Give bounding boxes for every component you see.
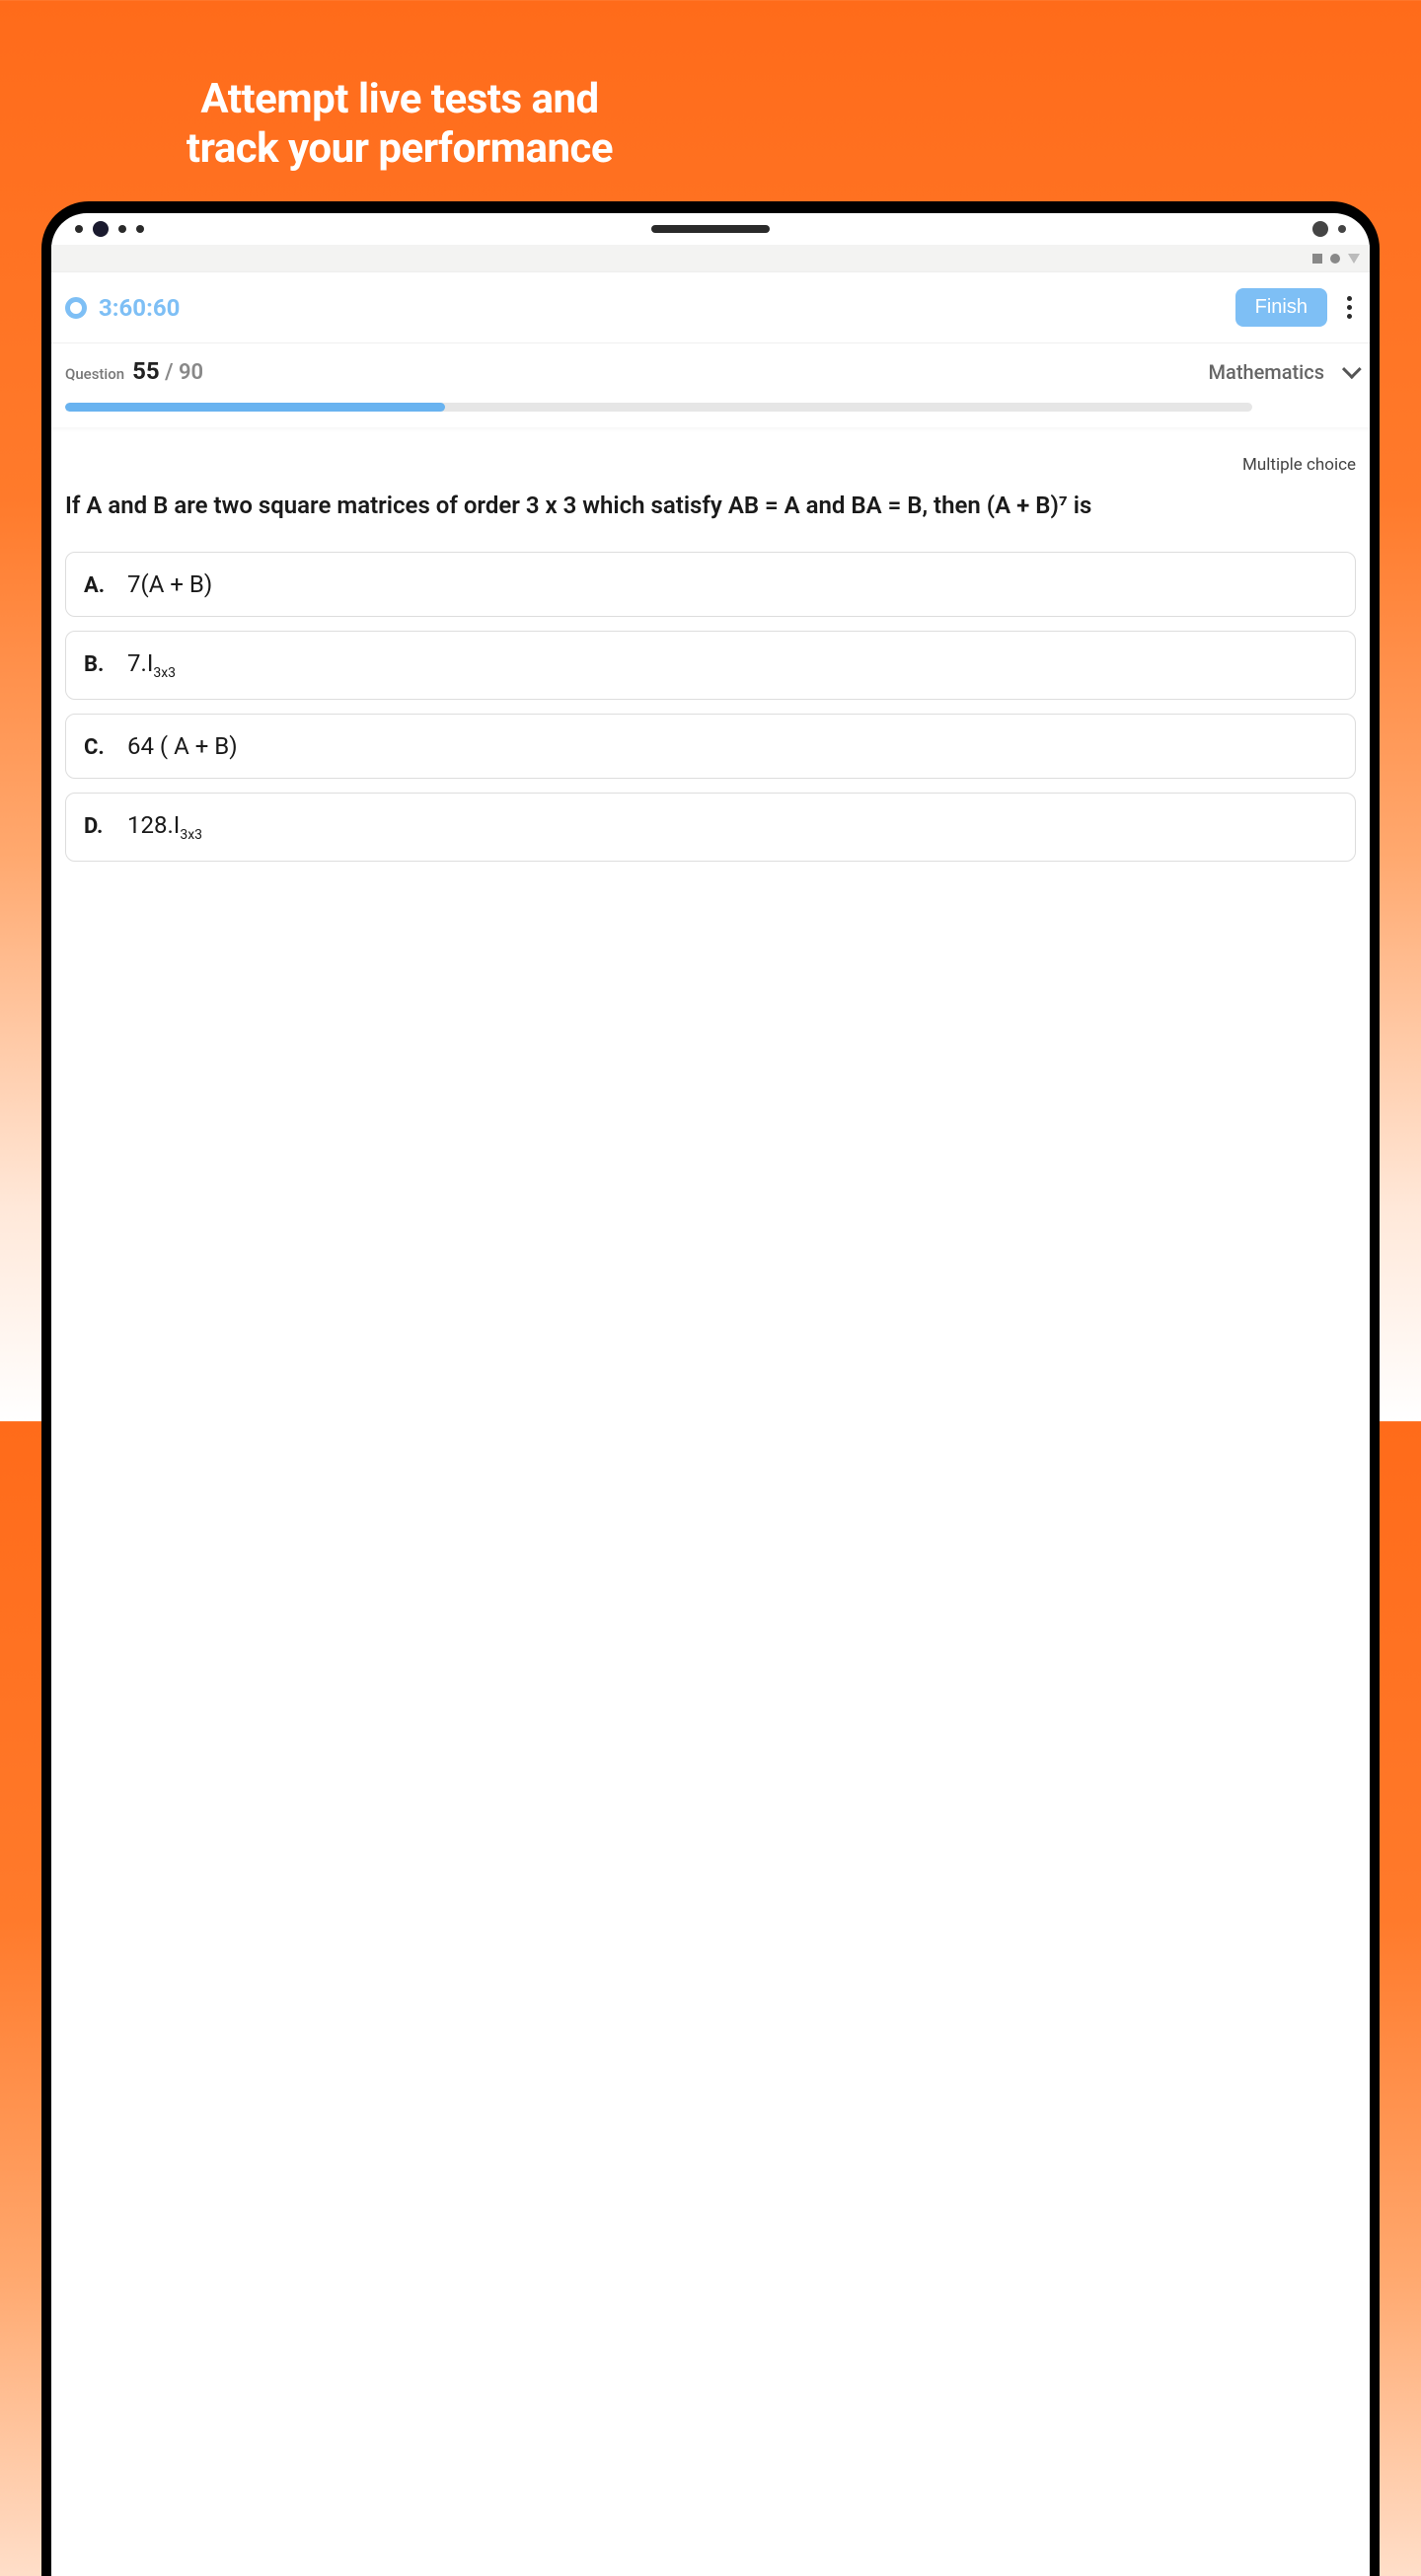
progress-bar [65,403,1252,412]
timer-icon [65,297,87,319]
subject-label: Mathematics [1209,360,1324,384]
phone-screen: 3:60:60 Finish Question 55 / 90 Mathemat… [51,213,1370,2576]
marketing-headline: Attempt live tests and track your perfor… [0,0,799,175]
headline-line1: Attempt live tests and [200,75,598,123]
option-letter: C. [84,735,108,760]
progress-fill [65,403,445,412]
question-counter: Question 55 / 90 [65,357,203,385]
phone-frame: 3:60:60 Finish Question 55 / 90 Mathemat… [41,201,1380,2576]
kebab-menu-icon[interactable] [1343,292,1356,323]
phone-notch [51,213,1370,245]
question-label: Question [65,365,124,383]
option-text: 128.I3x3 [127,811,202,843]
option-letter: A. [84,573,108,598]
question-total: 90 [179,360,203,385]
question-current: 55 [132,357,160,385]
option-letter: D. [84,814,108,839]
chevron-down-icon [1342,359,1362,379]
status-icon [1330,254,1340,264]
option-text: 64 ( A + B) [127,732,238,760]
timer-value: 3:60:60 [99,294,1235,322]
status-icon [1348,254,1360,264]
progress-section: Question 55 / 90 Mathematics [51,342,1370,427]
option-text: 7(A + B) [127,570,212,598]
headline-line2: track your performance [187,124,613,173]
finish-button[interactable]: Finish [1235,288,1327,327]
option-b[interactable]: B. 7.I3x3 [65,631,1356,700]
question-panel: Multiple choice If A and B are two squar… [51,439,1370,895]
question-text: If A and B are two square matrices of or… [65,487,1356,524]
android-status-bar [51,245,1370,272]
question-type-label: Multiple choice [65,455,1356,475]
option-d[interactable]: D. 128.I3x3 [65,793,1356,862]
subject-dropdown[interactable]: Mathematics [1209,360,1356,384]
option-c[interactable]: C. 64 ( A + B) [65,714,1356,779]
test-header: 3:60:60 Finish [51,272,1370,342]
option-text: 7.I3x3 [127,649,176,681]
option-a[interactable]: A. 7(A + B) [65,552,1356,617]
option-letter: B. [84,652,108,677]
question-separator: / [160,360,179,385]
status-icon [1312,254,1322,264]
